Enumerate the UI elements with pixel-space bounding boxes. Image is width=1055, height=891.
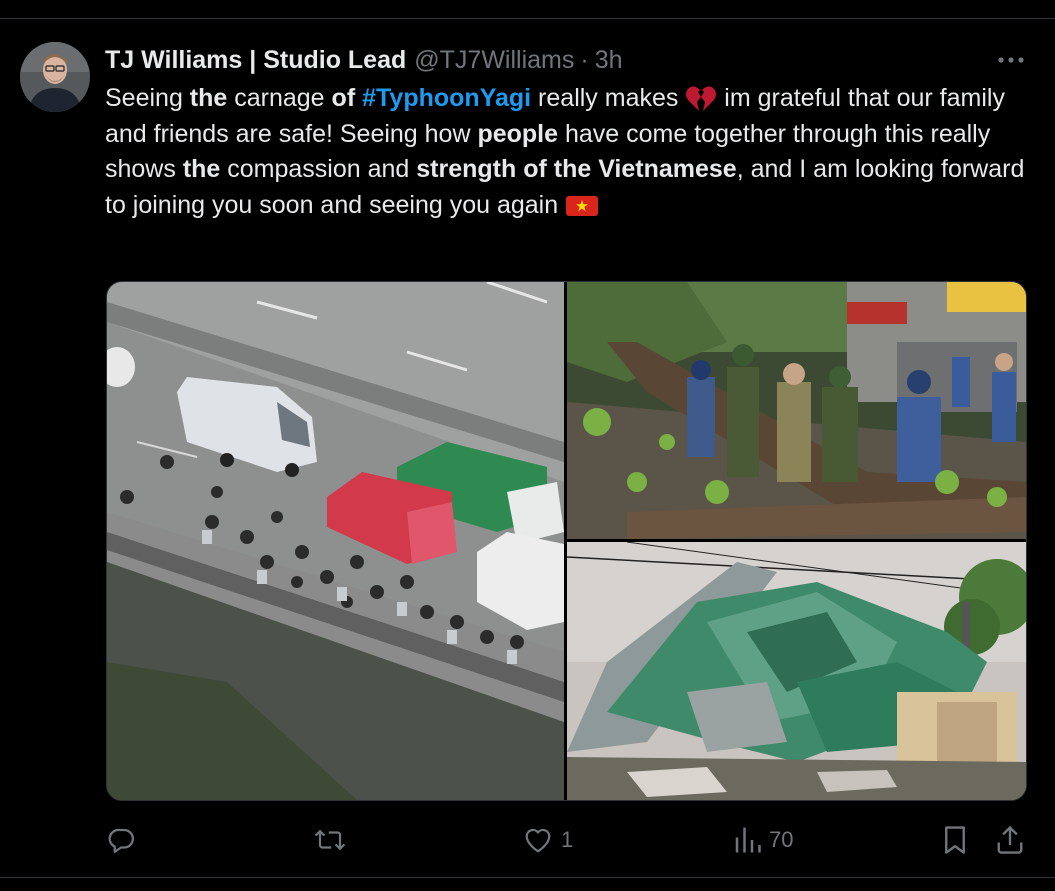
text-segment: Seeing bbox=[105, 84, 190, 112]
like-button[interactable]: 1 bbox=[523, 820, 573, 860]
text-bold: of bbox=[331, 84, 356, 112]
vietnam-flag-emoji bbox=[566, 195, 599, 216]
tweet-header: TJ Williams | Studio Lead @TJ7Williams ·… bbox=[105, 42, 623, 78]
avatar[interactable] bbox=[20, 42, 90, 112]
heart-icon bbox=[525, 828, 551, 853]
more-horizontal-icon bbox=[998, 57, 1024, 63]
text-segment: carnage bbox=[227, 84, 332, 112]
share-icon bbox=[997, 825, 1023, 854]
action-bar: 1 70 bbox=[0, 820, 1055, 860]
more-options-button[interactable] bbox=[993, 48, 1029, 72]
avatar-image bbox=[20, 42, 90, 112]
bookmark-icon bbox=[945, 826, 965, 854]
views-chart-icon bbox=[735, 827, 761, 853]
soldiers-lifting-fallen-tree-photo[interactable] bbox=[567, 282, 1026, 539]
reply-button[interactable] bbox=[106, 820, 136, 860]
text-bold: strength of the Vietnamese bbox=[416, 155, 737, 183]
text-segment: really makes bbox=[531, 84, 686, 112]
text-bold: the bbox=[189, 84, 228, 112]
retweet-button[interactable] bbox=[313, 820, 347, 860]
top-divider bbox=[0, 18, 1055, 19]
header-separator: · bbox=[580, 45, 589, 74]
tweet-timestamp[interactable]: 3h bbox=[595, 46, 623, 75]
text-segment: compassion and bbox=[220, 155, 417, 183]
views-button[interactable]: 70 bbox=[733, 820, 793, 860]
tweet-text: Seeing the carnage of #TyphoonYagi reall… bbox=[105, 81, 1035, 223]
retweet-icon bbox=[314, 829, 346, 851]
collapsed-metal-roof-building-photo[interactable] bbox=[567, 542, 1026, 800]
like-count: 1 bbox=[561, 827, 574, 852]
text-bold: the bbox=[182, 155, 221, 183]
hashtag-link[interactable]: #TyphoonYagi bbox=[362, 84, 531, 112]
author-handle[interactable]: @TJ7Williams bbox=[414, 46, 574, 75]
media-grid bbox=[106, 281, 1027, 801]
views-count: 70 bbox=[769, 827, 794, 852]
broken-heart-emoji bbox=[686, 86, 717, 112]
bottom-divider bbox=[0, 877, 1055, 878]
author-name[interactable]: TJ Williams | Studio Lead bbox=[105, 46, 406, 75]
text-bold: people bbox=[477, 119, 559, 148]
bookmark-button[interactable] bbox=[942, 820, 968, 860]
reply-icon bbox=[108, 828, 134, 853]
share-button[interactable] bbox=[996, 820, 1024, 860]
flooded-highway-traffic-photo[interactable] bbox=[107, 282, 564, 800]
